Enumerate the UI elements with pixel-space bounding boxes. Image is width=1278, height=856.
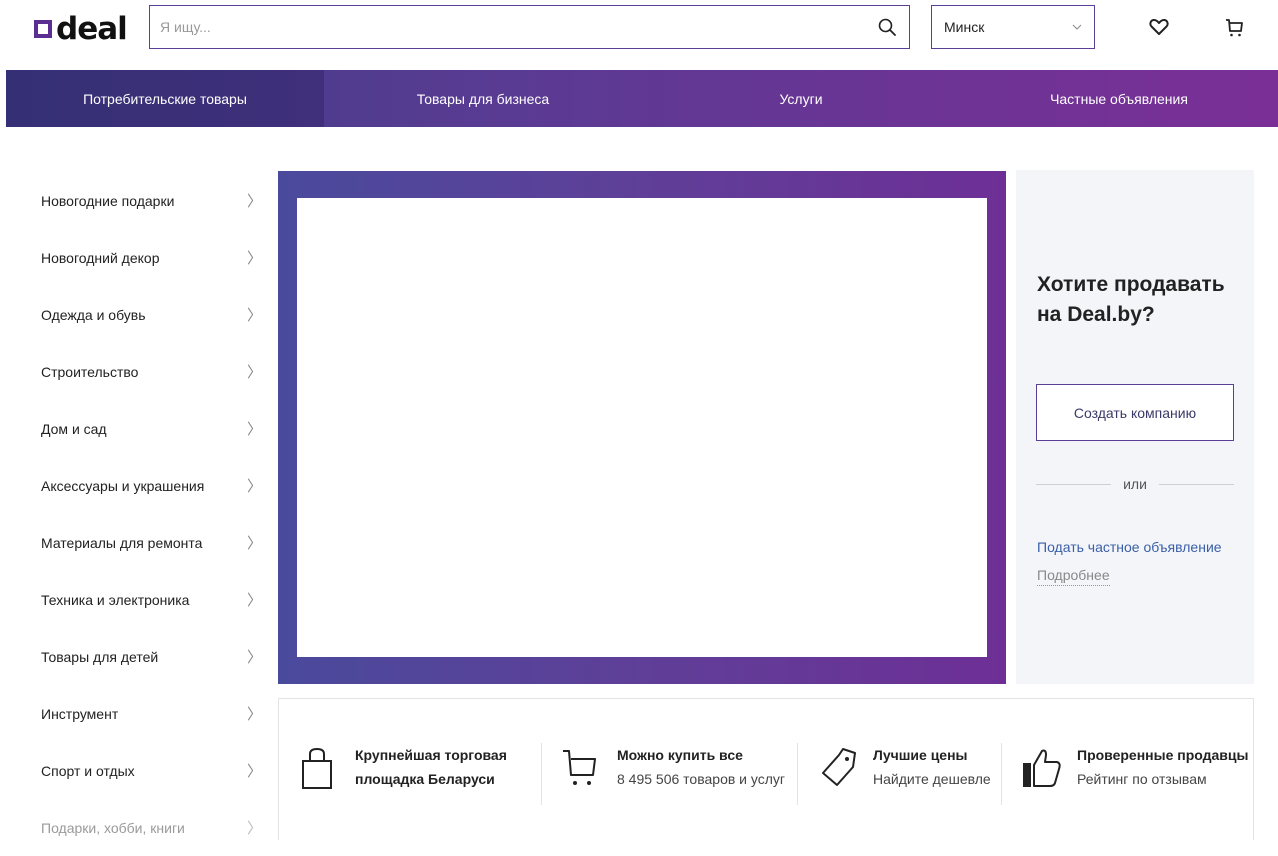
feature-subtitle: Найдите дешевле [873,771,991,787]
sidebar-item-label: Инструмент [41,705,119,722]
sidebar-item-label: Одежда и обувь [41,306,146,323]
sidebar-item-label: Новогодние подарки [41,192,175,209]
chevron-right-icon: 〉 [246,364,262,381]
feature-title: Лучшие цены [873,747,968,763]
chevron-right-icon: 〉 [246,307,262,324]
feature-buy-everything: Можно купить все 8 495 506 товаров и усл… [561,743,785,791]
price-tag-icon [822,748,856,786]
private-ad-link[interactable]: Подать частное объявление [1037,539,1222,555]
divider-line [1158,483,1234,485]
feature-verified-sellers: Проверенные продавцы Рейтинг по отзывам [1021,743,1248,791]
feature-largest-marketplace: Крупнейшая торговая площадка Беларуси [299,743,525,791]
chevron-right-icon: 〉 [246,250,262,267]
search-input[interactable] [150,6,865,48]
feature-title: Можно купить все [617,747,743,763]
sidebar-item-new-year-decor[interactable]: Новогодний декор 〉 [41,229,266,286]
main-nav: Потребительские товары Товары для бизнес… [6,70,1278,127]
nav-business-goods[interactable]: Товары для бизнеса [324,70,642,127]
sidebar-item-repair-materials[interactable]: Материалы для ремонта 〉 [41,514,266,571]
thumbs-up-icon [1023,749,1061,787]
sidebar-item-kids[interactable]: Товары для детей 〉 [41,628,266,685]
bag-icon [302,747,332,789]
sidebar-item-label: Товары для детей [41,648,159,665]
feature-separator [797,743,798,805]
cart-button[interactable] [1221,14,1247,40]
chevron-right-icon: 〉 [246,193,262,210]
sidebar-item-electronics[interactable]: Техника и электроника 〉 [41,571,266,628]
feature-title: Крупнейшая торговая площадка Беларуси [355,747,507,787]
category-sidebar: Новогодние подарки 〉 Новогодний декор 〉 … [41,172,266,856]
city-select[interactable]: Минск [931,5,1095,49]
sell-panel: Хотите продавать на Deal.by? Создать ком… [1016,170,1254,684]
cart-icon [1226,19,1243,37]
chevron-right-icon: 〉 [246,421,262,438]
chevron-right-icon: 〉 [246,763,262,780]
sidebar-item-tools[interactable]: Инструмент 〉 [41,685,266,742]
favorites-button[interactable] [1146,14,1172,40]
feature-separator [541,743,542,805]
sidebar-item-sport[interactable]: Спорт и отдых 〉 [41,742,266,799]
chevron-right-icon: 〉 [246,649,262,666]
search-bar [149,5,910,49]
feature-subtitle: Рейтинг по отзывам [1077,771,1207,787]
city-value: Минск [944,19,985,35]
or-label: или [1123,476,1147,492]
cart-icon [563,750,596,785]
chevron-down-icon [1072,24,1082,30]
feature-best-prices: Лучшие цены Найдите дешевле [817,743,991,791]
sidebar-item-new-year-gifts[interactable]: Новогодние подарки 〉 [41,172,266,229]
feature-subtitle: 8 495 506 товаров и услуг [617,771,786,787]
chevron-right-icon: 〉 [246,706,262,723]
features-strip: Крупнейшая торговая площадка Беларуси Мо… [278,698,1254,840]
logo-text: deal [56,11,128,47]
nav-private-ads[interactable]: Частные объявления [960,70,1278,127]
more-link[interactable]: Подробнее [1037,567,1110,586]
feature-title: Проверенные продавцы [1077,747,1249,763]
sell-title: Хотите продавать на Deal.by? [1037,273,1225,326]
sidebar-item-label: Материалы для ремонта [41,534,203,551]
promo-banner[interactable] [278,171,1006,684]
nav-consumer-goods[interactable]: Потребительские товары [6,70,324,127]
search-button[interactable] [865,6,909,48]
feature-separator [1001,743,1002,805]
chevron-right-icon: 〉 [246,535,262,552]
logo[interactable]: deal [34,11,128,47]
sidebar-item-clothing[interactable]: Одежда и обувь 〉 [41,286,266,343]
create-company-button[interactable]: Создать компанию [1036,384,1234,441]
sidebar-item-label: Спорт и отдых [41,762,135,779]
sidebar-item-label: Строительство [41,363,139,380]
chevron-right-icon: 〉 [246,478,262,495]
divider-line [1036,483,1112,485]
heart-icon [1149,18,1169,35]
sidebar-item-accessories[interactable]: Аксессуары и украшения 〉 [41,457,266,514]
sidebar-item-label: Подарки, хобби, книги [41,819,185,836]
sidebar-item-construction[interactable]: Строительство 〉 [41,343,266,400]
chevron-right-icon: 〉 [246,820,262,837]
logo-square-icon [34,20,52,38]
search-icon [878,18,896,36]
nav-services[interactable]: Услуги [642,70,960,127]
sidebar-item-home-garden[interactable]: Дом и сад 〉 [41,400,266,457]
chevron-right-icon: 〉 [246,592,262,609]
banner-image-area [297,198,987,657]
sidebar-item-label: Аксессуары и украшения [41,477,205,494]
sidebar-item-label: Дом и сад [41,420,107,437]
sidebar-item-label: Техника и электроника [41,591,190,608]
or-divider: или [1036,474,1234,494]
sidebar-item-gifts-hobby[interactable]: Подарки, хобби, книги 〉 [41,799,266,856]
sidebar-item-label: Новогодний декор [41,249,160,266]
